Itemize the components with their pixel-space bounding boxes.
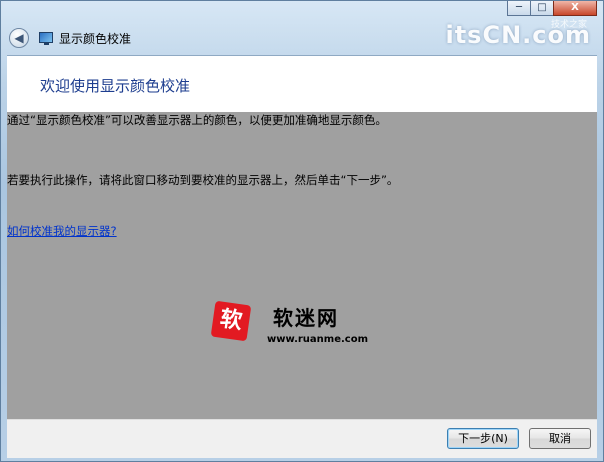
intro-text: 通过“显示颜色校准”可以改善显示器上的颜色，以便更加准确地显示颜色。 (7, 113, 387, 127)
close-button[interactable]: X (553, 1, 597, 16)
window-title: 显示颜色校准 (59, 32, 132, 46)
back-button[interactable]: ◀ (9, 28, 29, 48)
header-band: 欢迎使用显示颜色校准 (7, 55, 597, 113)
minimize-button[interactable]: ─ (507, 1, 531, 16)
watermark-url: www.ruanme.com (267, 334, 369, 345)
ruanme-logo-icon: 软 (210, 300, 252, 342)
cancel-button[interactable]: 取消 (529, 428, 591, 449)
monitor-icon (39, 32, 53, 45)
next-button[interactable]: 下一步(N) (447, 428, 519, 449)
back-arrow-icon: ◀ (14, 31, 24, 45)
window-frame: ─ □ X 技术之家 itsCN.com ◀ 显示颜色校准 欢迎使用显示颜色校准… (0, 0, 604, 462)
brand-watermark: itsCN.com (445, 21, 591, 49)
instruction-text: 若要执行此操作，请将此窗口移动到要校准的显示器上，然后单击“下一步”。 (7, 173, 399, 187)
how-to-calibrate-link[interactable]: 如何校准我的显示器? (7, 223, 117, 239)
watermark-name: 软迷网 (273, 306, 339, 330)
maximize-button[interactable]: □ (530, 1, 554, 16)
footer-bar: 下一步(N) 取消 (7, 419, 597, 458)
window-controls: ─ □ X (507, 1, 597, 16)
page-title: 欢迎使用显示颜色校准 (40, 77, 191, 95)
content-area: 通过“显示颜色校准”可以改善显示器上的颜色，以便更加准确地显示颜色。 若要执行此… (7, 112, 597, 419)
